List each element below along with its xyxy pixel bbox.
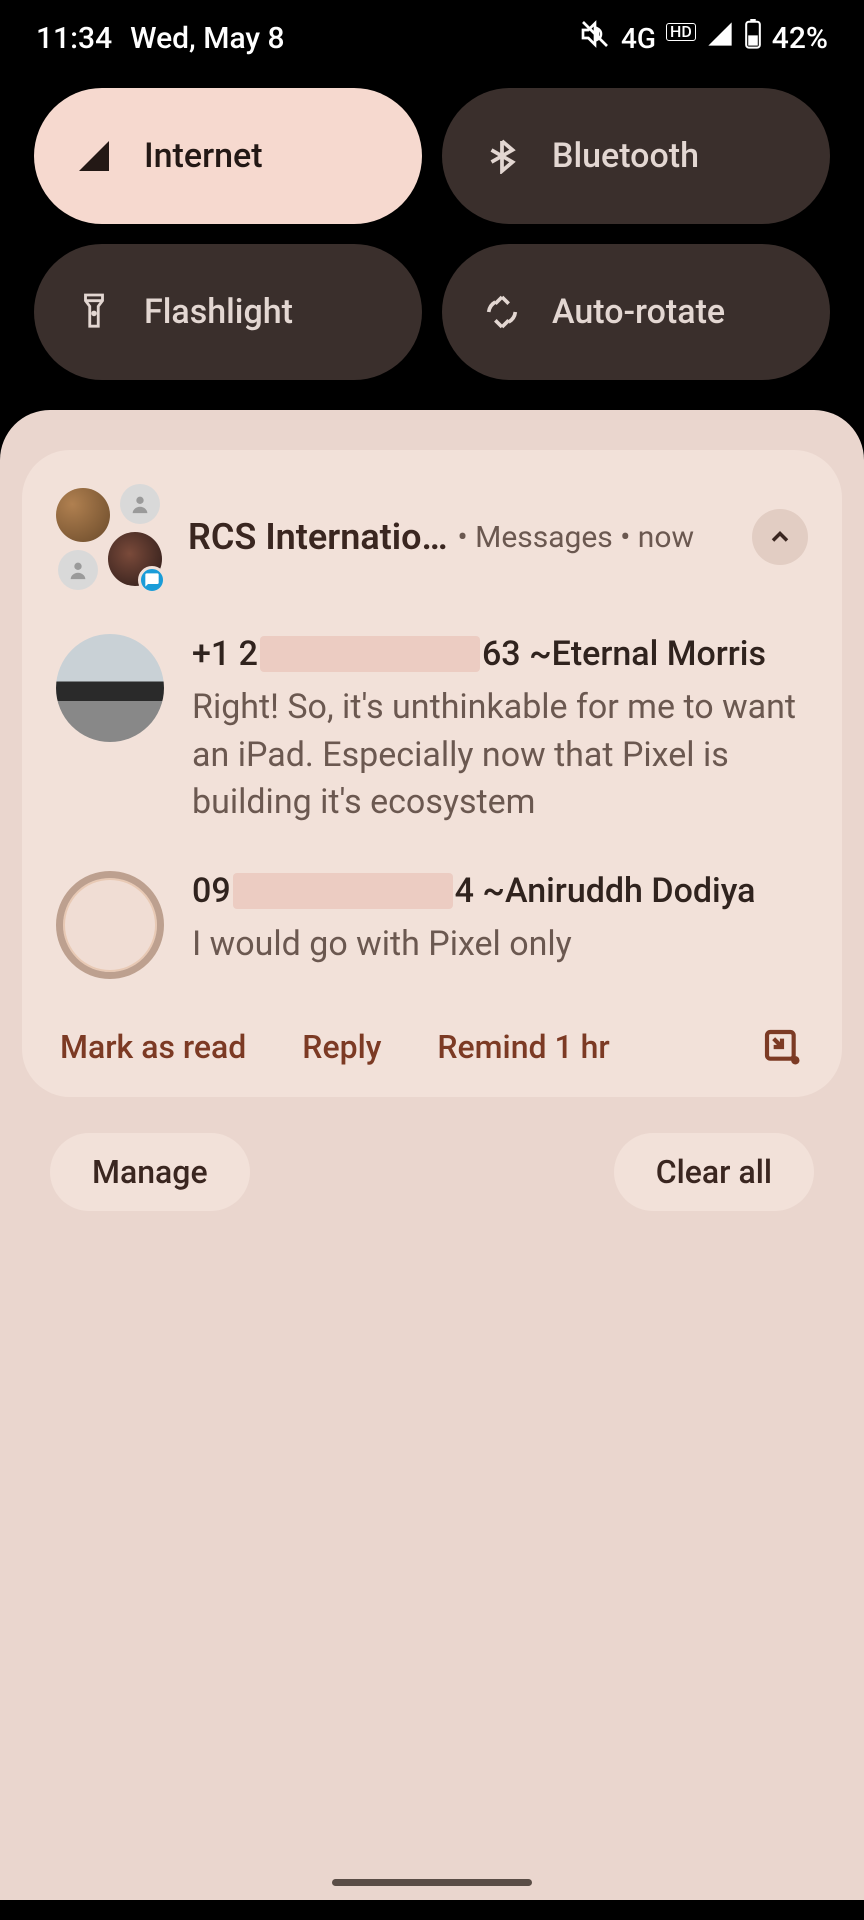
- qs-label: Internet: [144, 136, 263, 176]
- message-text: I would go with Pixel only: [192, 921, 808, 969]
- qs-label: Bluetooth: [552, 136, 699, 176]
- qs-bluetooth[interactable]: Bluetooth: [442, 88, 830, 224]
- bubble-icon: [762, 1027, 802, 1067]
- flashlight-icon: [74, 292, 114, 332]
- notification-shade: RCS Internatio… • Messages • now +1 263 …: [0, 410, 864, 1900]
- redacted: [233, 873, 453, 909]
- remind-button[interactable]: Remind 1 hr: [437, 1028, 609, 1066]
- chevron-up-icon: [766, 523, 794, 551]
- signal-icon: [706, 20, 734, 56]
- network-label: 4G: [621, 22, 656, 55]
- bluetooth-icon: [482, 136, 522, 176]
- qs-autorotate[interactable]: Auto-rotate: [442, 244, 830, 380]
- notification-card[interactable]: RCS Internatio… • Messages • now +1 263 …: [22, 450, 842, 1097]
- messages-badge-icon: [138, 566, 166, 594]
- hd-badge: HD: [666, 23, 696, 41]
- nav-handle[interactable]: [332, 1879, 532, 1886]
- qs-internet[interactable]: Internet: [34, 88, 422, 224]
- reply-button[interactable]: Reply: [302, 1028, 381, 1066]
- status-time: 11:34: [36, 21, 112, 56]
- status-icons: 4G HD 42%: [579, 18, 828, 58]
- battery-icon: [744, 19, 762, 57]
- clear-all-button[interactable]: Clear all: [614, 1133, 814, 1211]
- signal-icon: [74, 136, 114, 176]
- redacted: [260, 636, 480, 672]
- message-sender: +1 263 ~Eternal Morris: [192, 634, 808, 674]
- message-item: +1 263 ~Eternal Morris Right! So, it's u…: [56, 634, 808, 827]
- qs-label: Flashlight: [144, 292, 293, 332]
- qs-flashlight[interactable]: Flashlight: [34, 244, 422, 380]
- mark-as-read-button[interactable]: Mark as read: [60, 1028, 246, 1066]
- message-text: Right! So, it's unthinkable for me to wa…: [192, 684, 808, 827]
- avatar: [56, 634, 164, 742]
- message-item: 094 ~Aniruddh Dodiya I would go with Pix…: [56, 871, 808, 979]
- notification-title: RCS Internatio…: [188, 516, 448, 558]
- quick-settings: Internet Bluetooth Flashlight Auto-rotat…: [0, 76, 864, 410]
- avatar: [56, 871, 164, 979]
- qs-label: Auto-rotate: [552, 292, 725, 332]
- manage-button[interactable]: Manage: [50, 1133, 250, 1211]
- message-sender: 094 ~Aniruddh Dodiya: [192, 871, 808, 911]
- notification-meta: • Messages • now: [458, 520, 694, 555]
- auto-rotate-icon: [482, 292, 522, 332]
- status-date: Wed, May 8: [130, 21, 284, 56]
- battery-percent: 42%: [772, 21, 828, 56]
- notification-actions: Mark as read Reply Remind 1 hr: [56, 1025, 808, 1069]
- mute-icon: [579, 18, 611, 58]
- shade-footer: Manage Clear all: [22, 1097, 842, 1211]
- collapse-button[interactable]: [752, 509, 808, 565]
- bubble-button[interactable]: [760, 1025, 804, 1069]
- group-avatar: [56, 484, 162, 590]
- status-bar: 11:34 Wed, May 8 4G HD 42%: [0, 0, 864, 76]
- notification-header: RCS Internatio… • Messages • now: [56, 484, 808, 590]
